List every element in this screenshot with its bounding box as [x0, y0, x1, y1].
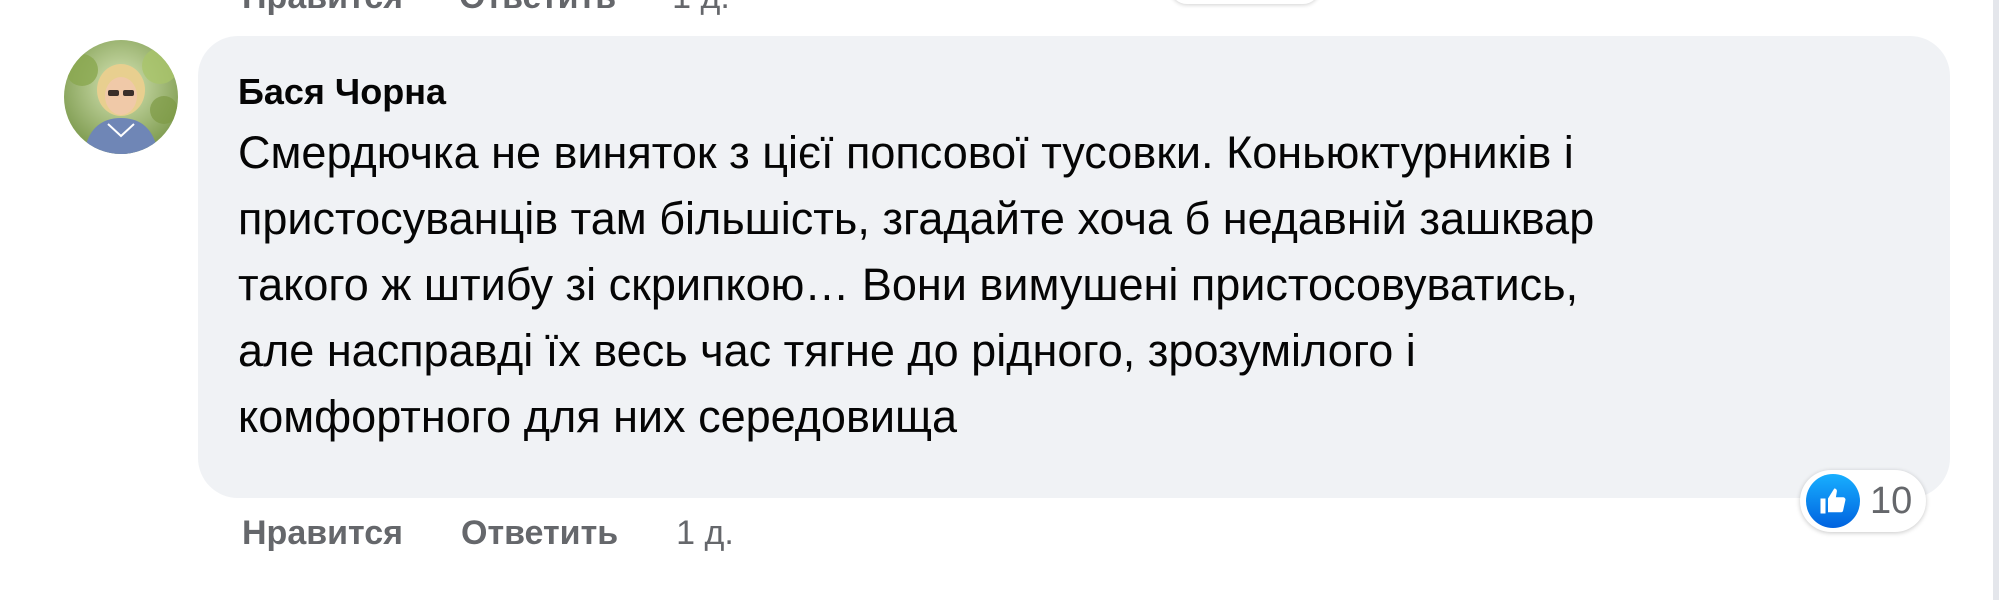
- scrollbar-track[interactable]: [1993, 0, 1999, 600]
- previous-comment-time[interactable]: 1 д.: [672, 0, 730, 17]
- comment-author[interactable]: Бася Чорна: [238, 70, 1910, 114]
- like-icon: [1806, 474, 1860, 528]
- reaction-count: 10: [1870, 479, 1913, 522]
- previous-reply-button[interactable]: Ответить: [459, 0, 616, 17]
- comment-actions: Нравится Ответить 1 д.: [242, 505, 734, 561]
- avatar[interactable]: [64, 40, 178, 154]
- previous-reaction-badge[interactable]: [1170, 0, 1320, 4]
- avatar-image: [64, 40, 178, 154]
- comment-text: Смердючка не виняток з цієї попсової тус…: [238, 127, 1595, 442]
- previous-comment-actions: Нравится Ответить 1 д.: [242, 0, 730, 17]
- comment-time[interactable]: 1 д.: [676, 505, 734, 561]
- comment-thread: Нравится Ответить 1 д.: [0, 0, 1999, 600]
- reaction-badge[interactable]: 10: [1800, 470, 1927, 532]
- like-button[interactable]: Нравится: [242, 505, 403, 561]
- previous-like-button[interactable]: Нравится: [242, 0, 403, 17]
- comment-bubble: Бася Чорна Смердючка не виняток з цієї п…: [198, 36, 1950, 498]
- reply-button[interactable]: Ответить: [461, 505, 618, 561]
